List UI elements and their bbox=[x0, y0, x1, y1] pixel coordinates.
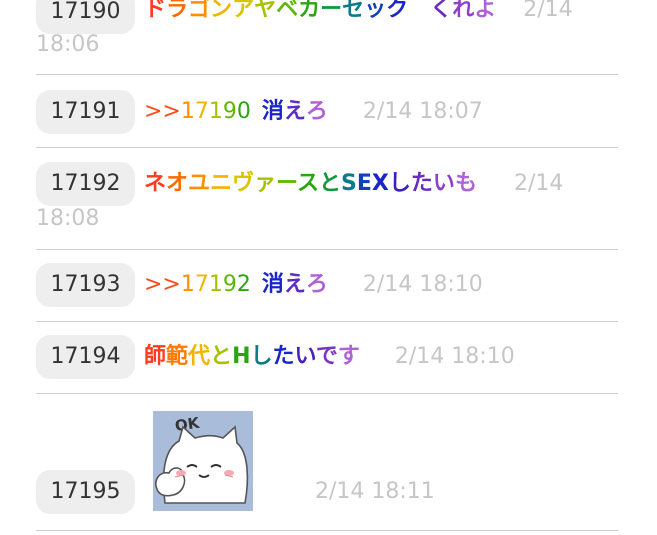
message-char: ッ bbox=[364, 0, 387, 22]
message-char: く bbox=[430, 0, 453, 22]
reply-arrows: >> bbox=[144, 99, 181, 124]
reply-target-digit: 1 bbox=[208, 272, 223, 297]
message-char: ニ bbox=[210, 171, 233, 196]
message-char: 消 bbox=[261, 99, 284, 124]
message-char: も bbox=[454, 171, 477, 196]
reply-target: 17190 bbox=[181, 99, 251, 124]
post-number-17192[interactable]: 17192 bbox=[36, 162, 135, 206]
reply-target-digit: 9 bbox=[222, 272, 237, 297]
timestamp: 2/14 bbox=[513, 171, 564, 196]
message-text: 消えろ bbox=[262, 272, 328, 297]
reply-arrows: >> bbox=[144, 272, 181, 297]
timestamp-continued: 18:06 bbox=[36, 32, 100, 57]
reply-link[interactable]: >>17190 bbox=[144, 99, 251, 124]
post-number-17194[interactable]: 17194 bbox=[36, 335, 135, 379]
message-char: い bbox=[294, 344, 316, 369]
message-char: し bbox=[250, 344, 273, 369]
message-char: ス bbox=[297, 171, 320, 196]
message-char: す bbox=[337, 344, 360, 369]
message-char: ク bbox=[386, 0, 409, 22]
post-line-17195: 2/14 18:11 bbox=[315, 476, 435, 508]
message-char: ヴ bbox=[232, 171, 255, 196]
message-char: ヤ bbox=[254, 0, 277, 22]
message-char: 師 bbox=[144, 344, 167, 369]
message-char: で bbox=[315, 344, 338, 369]
post-number-17195[interactable]: 17195 bbox=[36, 470, 135, 514]
message-char: 代 bbox=[188, 344, 211, 369]
post-17191: 17191 >>17190 消えろ 2/14 18:07 bbox=[36, 75, 618, 148]
message-char: ア bbox=[232, 0, 255, 22]
post-17195: OK 17195 2/14 18:11 bbox=[36, 394, 618, 531]
message-char: ろ bbox=[305, 272, 328, 297]
reply-target-digit: 7 bbox=[194, 99, 209, 124]
message-char: ド bbox=[144, 0, 167, 22]
message-char: し bbox=[388, 171, 411, 196]
message-char: セ bbox=[342, 0, 365, 22]
message-char: ァ bbox=[254, 171, 277, 196]
message-char: え bbox=[283, 272, 306, 297]
post-number-17191[interactable]: 17191 bbox=[36, 90, 135, 134]
timestamp: 2/14 18:10 bbox=[362, 272, 483, 297]
message-char: た bbox=[272, 344, 295, 369]
message-text: ドラゴンアヤベカーセック くれよ bbox=[144, 0, 496, 22]
message-char: よ bbox=[474, 0, 497, 22]
message-char: ー bbox=[320, 0, 343, 22]
cat-ok-sticker[interactable]: OK bbox=[153, 411, 253, 511]
post-line-17192: ネオユニヴァースとSEXしたいも 2/14 bbox=[144, 168, 563, 200]
message-char: ろ bbox=[305, 99, 328, 124]
post-line-17193: >>17192 消えろ 2/14 18:10 bbox=[144, 269, 483, 301]
post-number-17193[interactable]: 17193 bbox=[36, 263, 135, 307]
message-char: カ bbox=[298, 0, 321, 22]
message-text: 消えろ bbox=[262, 99, 328, 124]
post-17194: 17194 師範代とHしたいです 2/14 18:10 bbox=[36, 322, 618, 394]
message-char: S bbox=[341, 171, 357, 196]
reply-target-digit: 1 bbox=[208, 99, 223, 124]
post-line-17191: >>17190 消えろ 2/14 18:07 bbox=[144, 96, 483, 128]
message-char: 範 bbox=[166, 344, 189, 369]
reply-target: 17192 bbox=[181, 272, 251, 297]
message-char: え bbox=[283, 99, 306, 124]
message-text: 師範代とHしたいです bbox=[144, 344, 360, 369]
message-char: ベ bbox=[276, 0, 299, 22]
message-char: ラ bbox=[166, 0, 189, 22]
message-feed: 17190 ドラゴンアヤベカーセック くれよ 2/14 18:06 17191 … bbox=[36, 0, 618, 531]
post-17192: 17192 ネオユニヴァースとSEXしたいも 2/14 18:08 bbox=[36, 148, 618, 250]
reply-link[interactable]: >>17192 bbox=[144, 272, 251, 297]
post-17193: 17193 >>17192 消えろ 2/14 18:10 bbox=[36, 250, 618, 322]
reply-target-digit: 9 bbox=[222, 99, 237, 124]
message-char bbox=[408, 0, 430, 22]
message-char: ネ bbox=[144, 171, 167, 196]
post-line-17194: 師範代とHしたいです 2/14 18:10 bbox=[144, 341, 515, 373]
message-char: れ bbox=[452, 0, 475, 22]
timestamp: 2/14 bbox=[523, 0, 573, 22]
message-char: E bbox=[356, 171, 372, 196]
message-char: H bbox=[232, 344, 251, 369]
message-char: オ bbox=[166, 171, 189, 196]
message-char: X bbox=[371, 171, 389, 196]
reply-target-digit: 7 bbox=[194, 272, 209, 297]
cat-sticker-image: OK bbox=[153, 411, 253, 511]
message-char: ー bbox=[276, 171, 297, 196]
message-char: ゴ bbox=[188, 0, 211, 22]
message-char: い bbox=[432, 171, 455, 196]
reply-target-digit: 2 bbox=[236, 272, 251, 297]
post-17190: 17190 ドラゴンアヤベカーセック くれよ 2/14 18:06 bbox=[36, 0, 618, 75]
timestamp: 2/14 18:07 bbox=[362, 99, 483, 124]
message-char: ン bbox=[210, 0, 233, 22]
message-char: た bbox=[410, 171, 433, 196]
message-char: 消 bbox=[261, 272, 284, 297]
timestamp-continued: 18:08 bbox=[36, 206, 100, 231]
reply-target-digit: 1 bbox=[180, 272, 195, 297]
reply-target-digit: 0 bbox=[236, 99, 251, 124]
post-line-17190: ドラゴンアヤベカーセック くれよ 2/14 bbox=[144, 0, 573, 26]
timestamp: 2/14 18:11 bbox=[315, 479, 435, 504]
message-char: と bbox=[210, 344, 233, 369]
message-char: ユ bbox=[188, 171, 211, 196]
timestamp: 2/14 18:10 bbox=[394, 344, 515, 369]
message-text: ネオユニヴァースとSEXしたいも bbox=[144, 171, 477, 196]
message-char: と bbox=[319, 171, 342, 196]
reply-target-digit: 1 bbox=[180, 99, 195, 124]
